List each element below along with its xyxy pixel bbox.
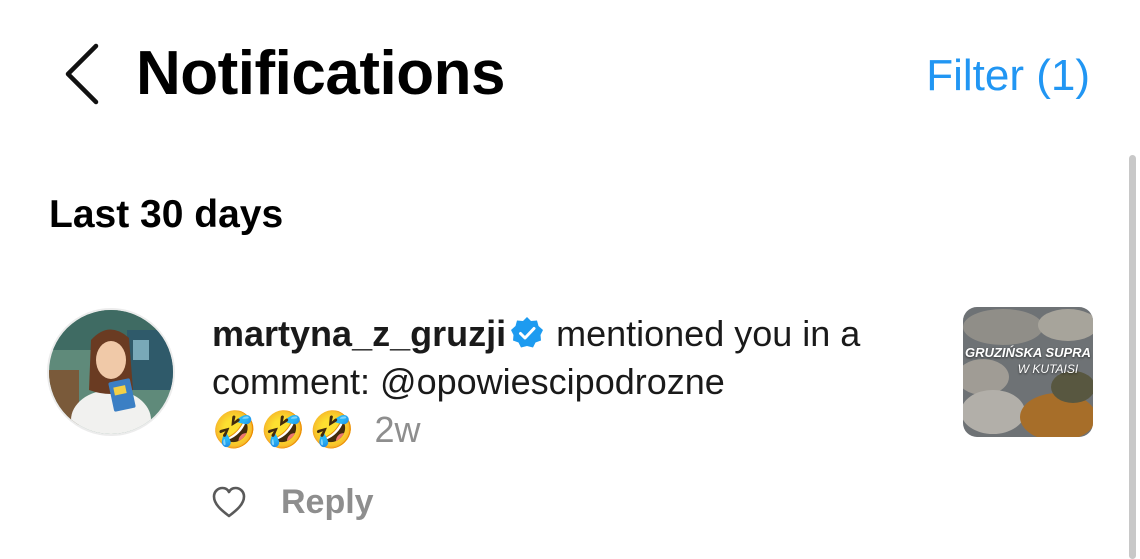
username-link[interactable]: martyna_z_gruzji bbox=[212, 313, 506, 354]
emoji-text: 🤣🤣🤣 bbox=[212, 409, 359, 450]
thumbnail-caption: GRUZIŃSKA SUPRA W KUTAISI bbox=[963, 345, 1093, 377]
like-button[interactable] bbox=[209, 482, 249, 522]
avatar[interactable] bbox=[47, 308, 175, 436]
filter-button[interactable]: Filter (1) bbox=[926, 48, 1090, 104]
notification-actions: Reply bbox=[209, 480, 374, 524]
heart-outline-icon bbox=[212, 486, 246, 518]
page-title: Notifications bbox=[136, 39, 505, 108]
thumbnail-caption-main: GRUZIŃSKA SUPRA bbox=[965, 345, 1091, 360]
back-button[interactable] bbox=[58, 40, 106, 108]
scrollbar[interactable] bbox=[1129, 155, 1136, 559]
post-thumbnail[interactable]: GRUZIŃSKA SUPRA W KUTAISI bbox=[963, 307, 1093, 437]
timestamp: 2w bbox=[374, 409, 421, 450]
notification-text[interactable]: martyna_z_gruzji mentioned you in a comm… bbox=[212, 310, 912, 454]
verified-badge-icon bbox=[511, 317, 544, 348]
avatar-image bbox=[49, 310, 173, 434]
thumbnail-caption-sub: W KUTAISI bbox=[1017, 362, 1079, 376]
section-title: Last 30 days bbox=[49, 193, 284, 236]
reply-button[interactable]: Reply bbox=[281, 480, 374, 524]
chevron-left-icon bbox=[65, 43, 99, 105]
notifications-screen: Notifications Filter (1) Last 30 days ma… bbox=[0, 0, 1140, 559]
